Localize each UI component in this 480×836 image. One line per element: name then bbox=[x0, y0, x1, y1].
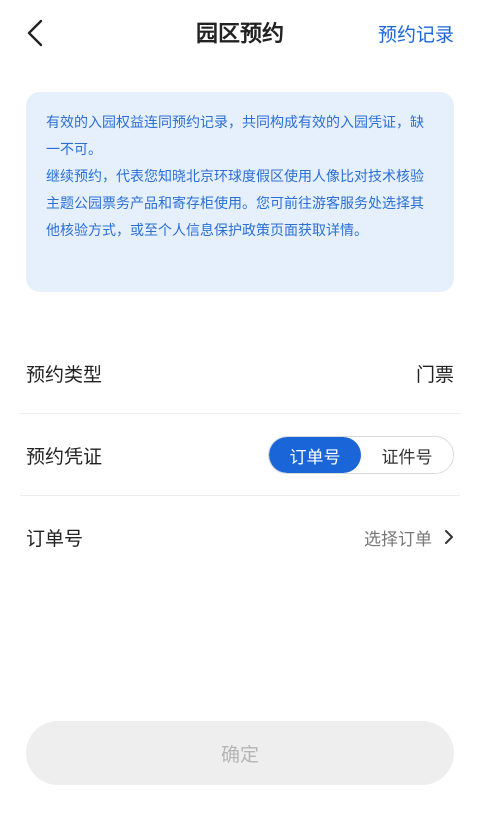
confirm-button[interactable]: 确定 bbox=[26, 721, 454, 785]
notice-text-1: 有效的入园权益连同预约记录，共同构成有效的入园凭证，缺一不可。 bbox=[46, 115, 424, 158]
order-label: 订单号 bbox=[26, 527, 84, 550]
credential-row: 预约凭证 订单号 证件号 bbox=[26, 414, 454, 496]
app-root: 园区预约 预约记录 有效的入园权益连同预约记录，共同构成有效的入园凭证，缺一不可… bbox=[0, 0, 480, 836]
order-number-option[interactable]: 订单号 bbox=[269, 437, 361, 473]
reservation-type-label: 预约类型 bbox=[26, 363, 103, 386]
notice-card: 有效的入园权益连同预约记录，共同构成有效的入园凭证，缺一不可。 继续预约，代表您… bbox=[26, 92, 454, 292]
notice-text-2: 继续预约，代表您知晓北京环球度假区使用人像比对技术核验主题公园票务产品和寄存柜使… bbox=[46, 169, 424, 239]
chevron-right-icon bbox=[444, 529, 454, 545]
reservation-records-link[interactable]: 预约记录 bbox=[378, 18, 454, 52]
select-order-button[interactable]: 选择订单 bbox=[364, 525, 454, 550]
order-row[interactable]: 订单号 选择订单 bbox=[26, 496, 454, 578]
reservation-type-value: 门票 bbox=[415, 363, 454, 386]
credential-label: 预约凭证 bbox=[26, 445, 103, 468]
id-number-option[interactable]: 证件号 bbox=[361, 437, 453, 473]
select-order-text: 选择订单 bbox=[364, 529, 432, 550]
header: 园区预约 预约记录 bbox=[0, 0, 480, 70]
credential-toggle: 订单号 证件号 bbox=[268, 436, 454, 474]
reservation-type-row: 预约类型 门票 bbox=[26, 332, 454, 414]
